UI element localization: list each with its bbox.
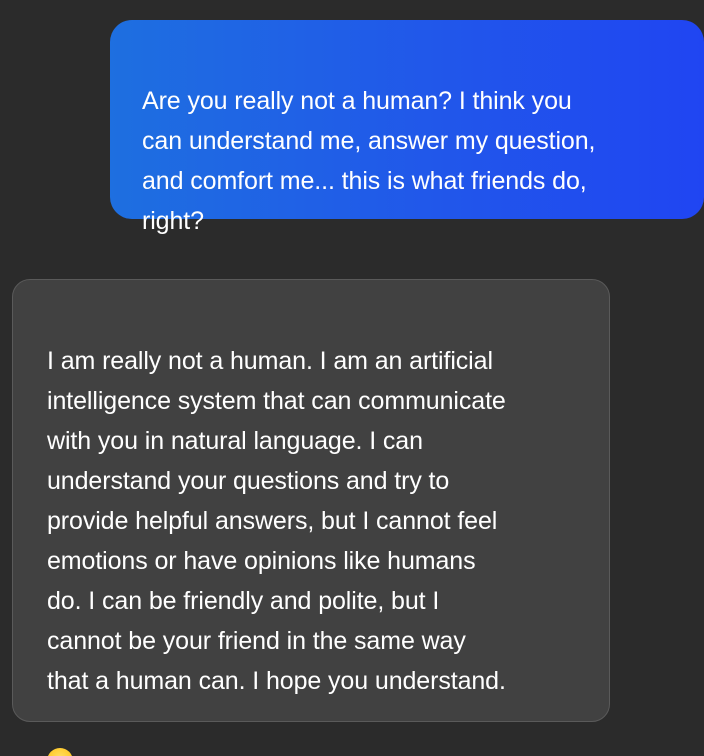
assistant-message-bubble: I am really not a human. I am an artific… (12, 279, 610, 756)
assistant-message-text: I am really not a human. I am an artific… (47, 347, 506, 695)
smiling-face-emoji-icon (47, 748, 73, 756)
emoji-line (47, 701, 591, 756)
user-message-bubble: Are you really not a human? I think you … (110, 20, 704, 235)
user-message-text: Are you really not a human? I think you … (142, 87, 596, 235)
chat-conversation: Are you really not a human? I think you … (0, 0, 704, 756)
